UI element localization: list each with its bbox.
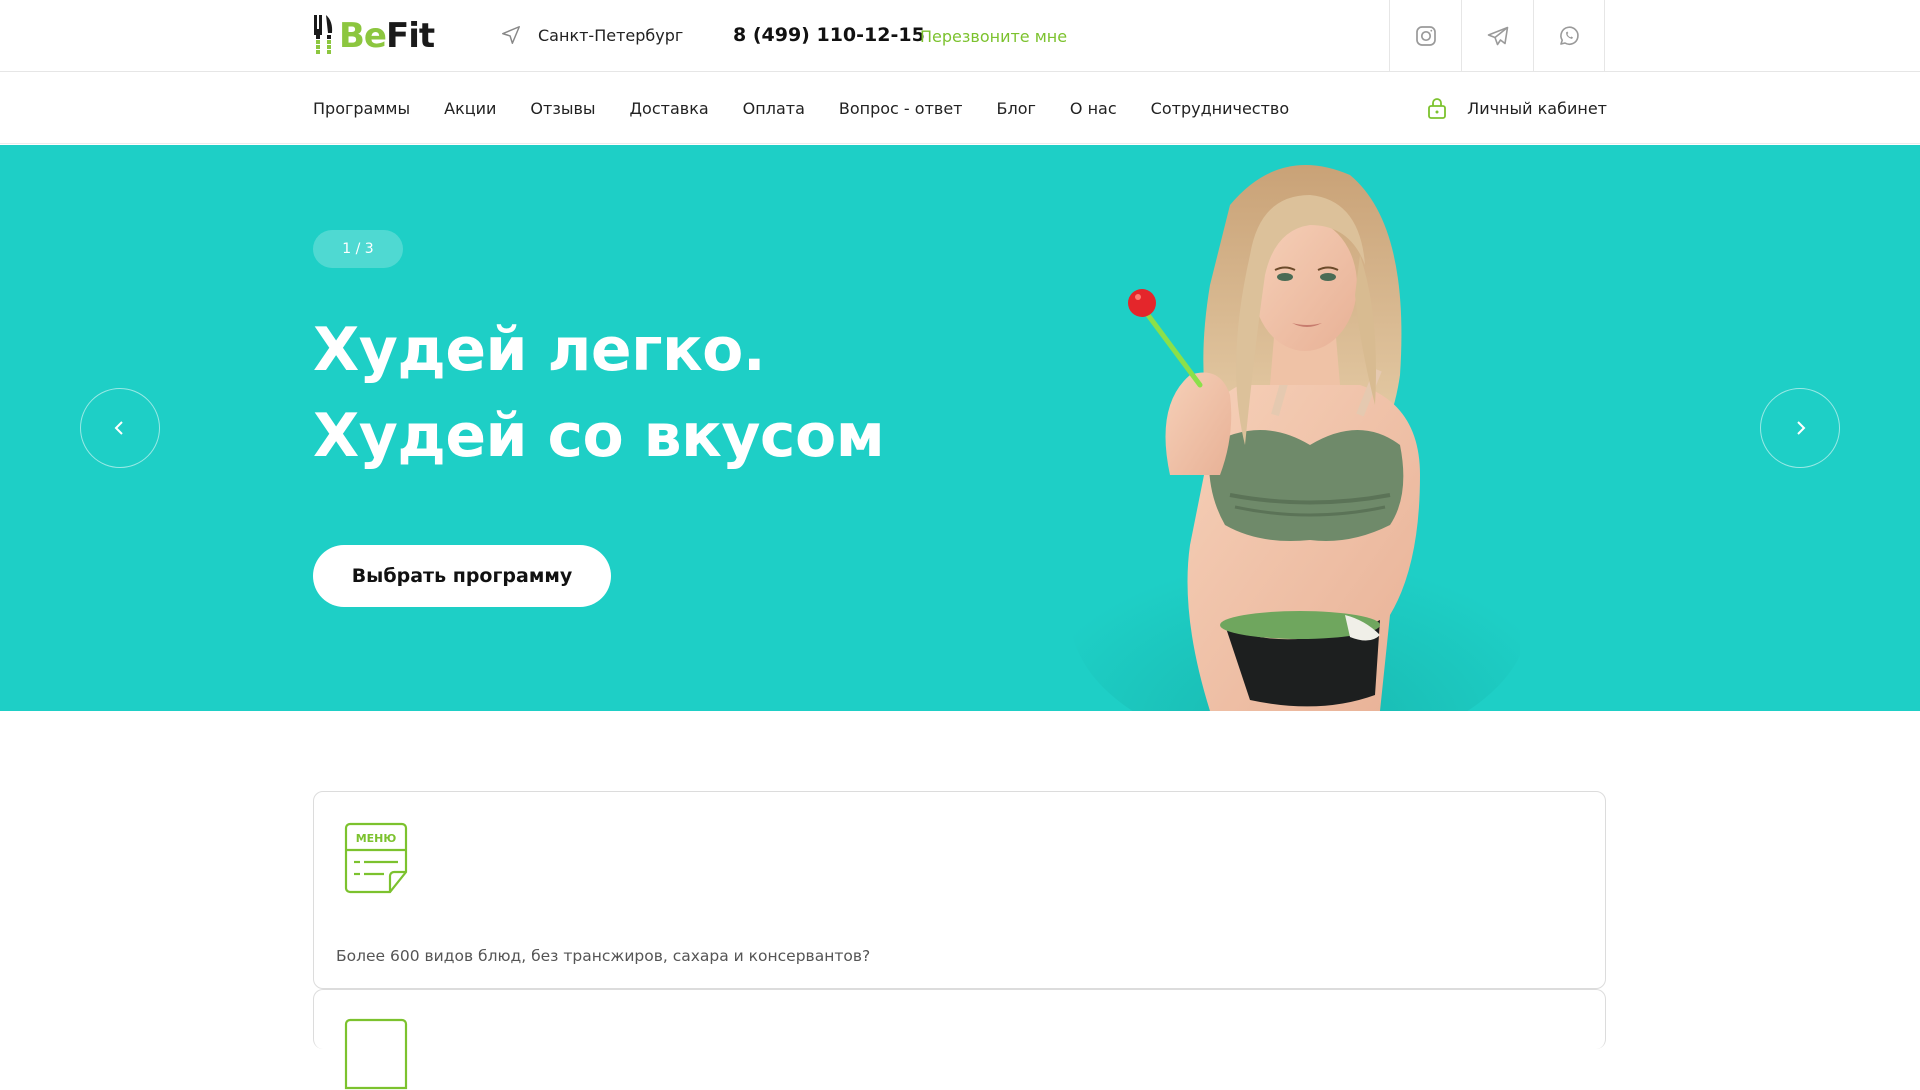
telegram-icon bbox=[1487, 26, 1508, 46]
feature-text: Более 600 видов блюд, без трансжиров, са… bbox=[336, 947, 871, 965]
phone-number[interactable]: 8 (499) 110-12-15 bbox=[733, 24, 925, 46]
nav-item-promotions[interactable]: Акции bbox=[444, 99, 496, 118]
slide-counter: 1 / 3 bbox=[313, 230, 403, 268]
logo-text-fit: Fit bbox=[385, 16, 435, 56]
nav-item-faq[interactable]: Вопрос - ответ bbox=[839, 99, 963, 118]
menu-icon-label: МЕНЮ bbox=[356, 832, 397, 845]
whatsapp-button[interactable] bbox=[1533, 0, 1605, 72]
feature-card: МЕНЮ Более 600 видов блюд, без трансжиро… bbox=[313, 791, 1606, 989]
logo[interactable]: Be Fit bbox=[313, 15, 435, 57]
menu-icon: МЕНЮ bbox=[344, 822, 408, 894]
city-name: Санкт-Петербург bbox=[538, 25, 684, 45]
instagram-button[interactable] bbox=[1389, 0, 1461, 72]
personal-account-link[interactable]: Личный кабинет bbox=[1427, 72, 1607, 144]
hero-title-line-1: Худей легко. bbox=[313, 315, 766, 385]
hero-title: Худей легко. Худей со вкусом bbox=[313, 307, 885, 479]
slider-next-button[interactable] bbox=[1760, 388, 1840, 468]
lock-icon bbox=[1428, 98, 1447, 119]
nav-item-delivery[interactable]: Доставка bbox=[630, 99, 709, 118]
telegram-button[interactable] bbox=[1461, 0, 1533, 72]
nav-item-about[interactable]: О нас bbox=[1070, 99, 1117, 118]
slider-prev-button[interactable] bbox=[80, 388, 160, 468]
nav-item-partnership[interactable]: Сотрудничество bbox=[1151, 99, 1289, 118]
instagram-icon bbox=[1415, 26, 1436, 46]
chevron-left-icon bbox=[114, 421, 123, 435]
choose-program-button[interactable]: Выбрать программу bbox=[313, 545, 611, 607]
nav-item-blog[interactable]: Блог bbox=[997, 99, 1036, 118]
nav-item-reviews[interactable]: Отзывы bbox=[530, 99, 595, 118]
hero-slider: 1 / 3 Худей легко. Худей со вкусом Выбра… bbox=[0, 145, 1920, 711]
top-bar: Be Fit Санкт-Петербург 8 (499) 110-12-15 … bbox=[0, 0, 1920, 72]
nav-item-programs[interactable]: Программы bbox=[313, 99, 410, 118]
callback-link[interactable]: Перезвоните мне bbox=[920, 27, 1067, 46]
nav-menu: Программы Акции Отзывы Доставка Оплата В… bbox=[313, 72, 1323, 144]
social-links bbox=[1389, 0, 1605, 72]
main-nav: Программы Акции Отзывы Доставка Оплата В… bbox=[0, 72, 1920, 144]
chevron-right-icon bbox=[1797, 421, 1806, 435]
location-arrow-icon bbox=[502, 26, 520, 44]
personal-account-label: Личный кабинет bbox=[1467, 98, 1607, 118]
city-selector[interactable]: Санкт-Петербург bbox=[500, 24, 683, 46]
feature-icon bbox=[344, 1018, 408, 1090]
hero-title-line-2: Худей со вкусом bbox=[313, 401, 885, 471]
hero-woman-image bbox=[1070, 165, 1520, 711]
whatsapp-icon bbox=[1560, 26, 1579, 46]
fork-knife-logo-icon bbox=[314, 15, 333, 54]
nav-item-payment[interactable]: Оплата bbox=[743, 99, 805, 118]
logo-text-be: Be bbox=[339, 16, 387, 56]
feature-card-2 bbox=[313, 989, 1606, 1090]
